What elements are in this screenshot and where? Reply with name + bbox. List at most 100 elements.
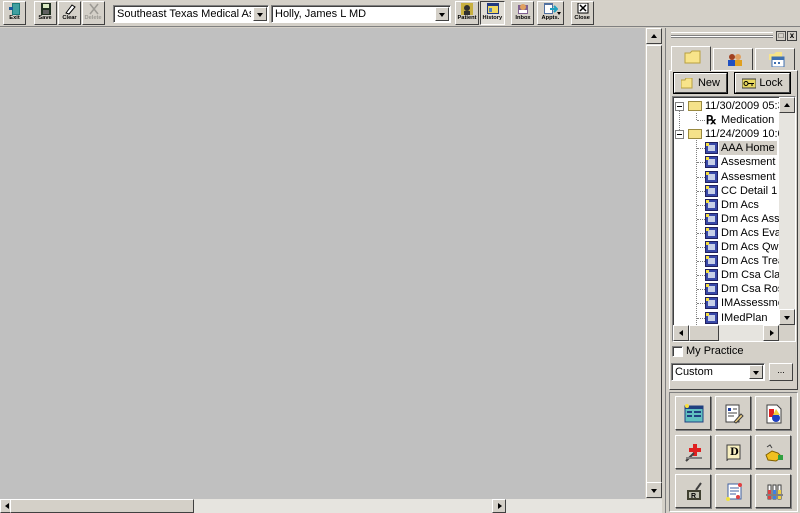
tree-horizontal-scrollbar[interactable] — [673, 325, 779, 341]
tree-scroll-up-button[interactable] — [779, 97, 795, 113]
tree-item[interactable]: IMAssessmer — [675, 296, 779, 310]
close-button[interactable]: Close — [571, 1, 594, 25]
lab-test-tubes-icon — [766, 484, 783, 500]
provider-dropdown-button[interactable] — [435, 7, 449, 21]
patient-button[interactable]: Patient — [455, 1, 479, 25]
close-label: Close — [574, 15, 591, 21]
save-button[interactable]: Save — [34, 1, 57, 25]
launcher-button-puzzle-pieces[interactable] — [755, 435, 791, 469]
horizontal-scroll-thumb[interactable] — [10, 499, 194, 513]
tree-line — [697, 247, 705, 248]
diagnosis-scroll-icon: D — [726, 444, 741, 462]
x-delete-icon — [88, 3, 99, 15]
tree-item[interactable]: AAA Home — [675, 141, 779, 156]
main-vertical-scrollbar[interactable] — [645, 28, 662, 498]
scroll-down-button[interactable] — [646, 482, 662, 498]
tab-users[interactable] — [713, 48, 753, 70]
tree-scroll-left-button[interactable] — [673, 325, 689, 341]
collapse-toggle-icon[interactable] — [675, 130, 684, 140]
tree-folder-node[interactable]: 11/30/2009 05:33 — [675, 99, 779, 113]
my-practice-checkbox[interactable] — [672, 346, 683, 357]
appointments-dropdown-arrow-icon[interactable] — [557, 12, 561, 15]
tree-item[interactable]: Dm Acs Eval — [675, 226, 779, 240]
tree-folder-node[interactable]: 11/24/2009 10:00 — [675, 127, 779, 141]
launcher-button-form-list[interactable] — [675, 396, 711, 430]
chevron-down-icon — [257, 13, 263, 17]
tree-item[interactable]: Dm Csa Clas — [675, 268, 779, 282]
custom-dropdown-button[interactable] — [749, 365, 763, 379]
launcher-button-diagnosis-scroll[interactable]: D — [715, 435, 751, 469]
lock-button[interactable]: Lock — [735, 73, 790, 93]
tree-node-label: Medication — [721, 114, 775, 127]
browse-button[interactable]: ... — [769, 363, 793, 381]
delete-button[interactable]: Delete — [82, 1, 105, 25]
scroll-up-button[interactable] — [646, 28, 662, 44]
tree-line — [697, 275, 705, 277]
launcher-button-order-form[interactable] — [715, 474, 751, 508]
inbox-button[interactable]: Inbox — [511, 1, 534, 25]
tree-item[interactable]: Assesment C — [675, 170, 779, 184]
tree-node-label: Dm Csa Ros — [721, 283, 779, 296]
scroll-right-button[interactable] — [492, 499, 506, 513]
tab-folders[interactable] — [671, 46, 711, 71]
tree-item[interactable]: Dm Acs — [675, 198, 779, 212]
custom-select-value: Custom — [675, 366, 713, 378]
exit-label: Exit — [9, 15, 20, 21]
tree-item[interactable]: IMedPlan — [675, 311, 779, 325]
patient-label: Patient — [457, 15, 477, 21]
tree-line — [697, 317, 705, 319]
clear-button[interactable]: Clear — [58, 1, 81, 25]
tree-line — [697, 204, 705, 206]
new-button[interactable]: New — [674, 73, 727, 93]
tree-item[interactable]: Assesment C — [675, 155, 779, 169]
arrow-left-icon — [5, 503, 9, 509]
tree-line — [697, 232, 705, 234]
launcher-button-document-edit[interactable] — [715, 396, 751, 430]
provider-select[interactable]: Holly, James L MD — [271, 5, 451, 23]
form-document-icon — [705, 269, 718, 282]
tree-vertical-scrollbar[interactable] — [779, 97, 795, 325]
tab-calendar[interactable] — [755, 48, 795, 70]
facility-select[interactable]: Southeast Texas Medical Associ — [113, 5, 269, 23]
tree-scroll-right-button[interactable] — [763, 325, 779, 341]
facility-select-value: Southeast Texas Medical Associ — [117, 8, 251, 20]
panel-restore-button[interactable]: □ — [776, 31, 786, 41]
form-list-icon — [684, 404, 704, 423]
panel-close-button[interactable]: x — [787, 31, 797, 41]
encounter-tree[interactable]: 11/30/2009 05:33℞ Medication11/24/2009 10… — [672, 96, 796, 342]
panel-drag-grip[interactable] — [671, 32, 773, 38]
prescription-icon: ℞ — [706, 113, 717, 128]
save-label: Save — [38, 15, 53, 21]
tree-line — [697, 162, 705, 164]
tree-item[interactable]: Dm Acs Asse — [675, 212, 779, 226]
launcher-button-medical-injection[interactable] — [675, 435, 711, 469]
svg-text:D: D — [730, 447, 739, 458]
main-horizontal-scrollbar[interactable] — [0, 499, 662, 513]
delete-label: Delete — [84, 15, 103, 21]
vertical-scroll-thumb[interactable] — [646, 45, 662, 490]
tree-item[interactable]: ℞ Medication — [675, 113, 779, 127]
chevron-down-icon — [439, 13, 445, 17]
history-button[interactable]: History — [480, 1, 505, 25]
form-document-icon — [705, 311, 718, 324]
tree-line — [697, 303, 705, 305]
tree-item[interactable]: Dm Acs Qwm — [675, 240, 779, 254]
tree-node-label: IMedPlan — [721, 311, 768, 324]
custom-select[interactable]: Custom — [671, 363, 765, 381]
launcher-button-shapes-document[interactable] — [755, 396, 791, 430]
form-document-icon — [705, 297, 718, 310]
exit-button[interactable]: Exit — [3, 1, 26, 25]
tree-item[interactable]: Dm Acs Treat — [675, 254, 779, 268]
launcher-button-pharmacy-mortar[interactable]: R — [675, 474, 711, 508]
medical-injection-icon — [685, 444, 702, 462]
facility-dropdown-button[interactable] — [253, 7, 267, 21]
tree-horizontal-thumb[interactable] — [689, 325, 719, 341]
arrow-right-icon — [498, 503, 502, 509]
tree-scroll-down-button[interactable] — [779, 309, 795, 325]
launcher-button-lab-test-tubes[interactable] — [755, 474, 791, 508]
inbox-label: Inbox — [514, 15, 531, 21]
tree-item[interactable]: CC Detail 1 — [675, 184, 779, 198]
browse-label: ... — [777, 365, 785, 375]
collapse-toggle-icon[interactable] — [675, 102, 684, 111]
tree-item[interactable]: Dm Csa Ros — [675, 282, 779, 296]
